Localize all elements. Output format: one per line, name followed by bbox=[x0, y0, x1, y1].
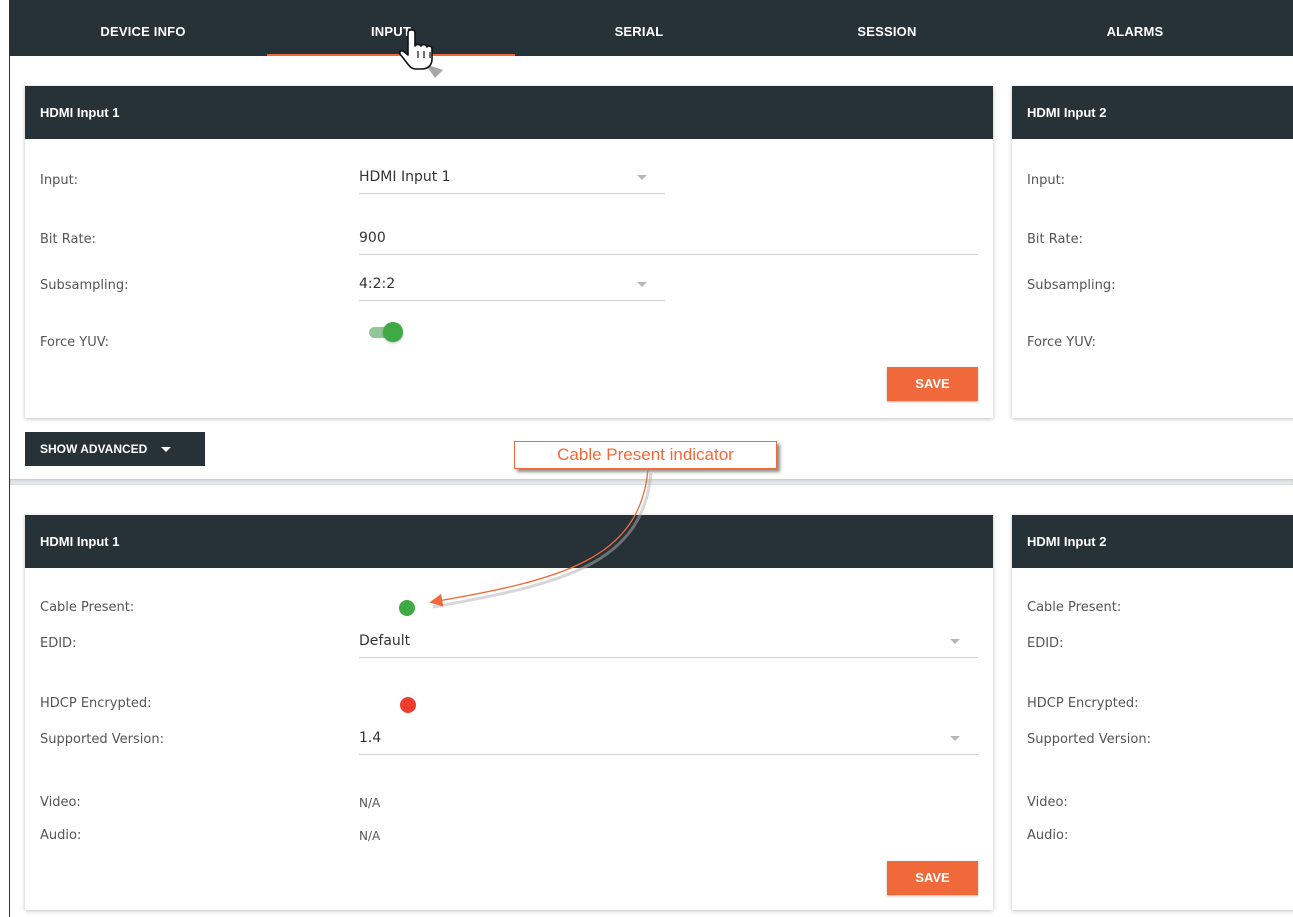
hdmi-input-2-card: HDMI Input 2 Input: Bit Rate: Subsamplin… bbox=[1012, 86, 1293, 418]
hdcp-label: HDCP Encrypted: bbox=[40, 696, 152, 711]
hdmi-input-1-advanced-card: HDMI Input 1 Cable Present: EDID: Defaul… bbox=[25, 515, 993, 910]
chevron-down-icon bbox=[950, 736, 960, 741]
forceyuv-toggle[interactable] bbox=[367, 322, 403, 342]
hdmi-input-2-advanced-card: HDMI Input 2 Cable Present: EDID: HDCP E… bbox=[1012, 515, 1293, 910]
bitrate-value: 900 bbox=[359, 230, 386, 246]
video-label: Video: bbox=[1027, 795, 1068, 810]
chevron-down-icon bbox=[637, 175, 647, 180]
save-button[interactable]: SAVE bbox=[887, 367, 978, 401]
subsampling-label: Subsampling: bbox=[1027, 278, 1116, 293]
tab-serial[interactable]: SERIAL bbox=[515, 0, 763, 56]
edid-value: Default bbox=[359, 633, 411, 649]
chevron-down-icon bbox=[637, 282, 647, 287]
chevron-down-icon bbox=[160, 447, 171, 453]
edid-select[interactable]: Default bbox=[359, 630, 978, 658]
top-nav: DEVICE INFO INPUT SERIAL SESSION ALARMS bbox=[9, 0, 1293, 56]
cable-present-callout: Cable Present indicator bbox=[514, 441, 777, 469]
edid-label: EDID: bbox=[40, 636, 77, 651]
supported-version-label: Supported Version: bbox=[40, 732, 164, 747]
bitrate-input[interactable]: 900 bbox=[359, 227, 978, 255]
card-title: HDMI Input 2 bbox=[1012, 515, 1293, 568]
toggle-knob bbox=[383, 322, 403, 342]
show-advanced-button[interactable]: SHOW ADVANCED bbox=[25, 432, 205, 466]
hand-pointer-icon bbox=[398, 29, 443, 78]
card-title: HDMI Input 2 bbox=[1012, 86, 1293, 139]
tab-session[interactable]: SESSION bbox=[763, 0, 1011, 56]
save-button[interactable]: SAVE bbox=[887, 861, 978, 895]
input-select[interactable]: HDMI Input 1 bbox=[359, 166, 665, 194]
edid-label: EDID: bbox=[1027, 636, 1064, 651]
audio-label: Audio: bbox=[40, 828, 82, 843]
audio-value: N/A bbox=[359, 829, 381, 843]
show-advanced-label: SHOW ADVANCED bbox=[40, 442, 148, 456]
supported-version-value: 1.4 bbox=[359, 730, 382, 746]
cable-present-label: Cable Present: bbox=[40, 600, 135, 615]
subsampling-value: 4:2:2 bbox=[359, 276, 396, 292]
subsampling-label: Subsampling: bbox=[40, 278, 129, 293]
cable-present-label: Cable Present: bbox=[1027, 600, 1122, 615]
input-label: Input: bbox=[40, 173, 79, 188]
cable-present-indicator bbox=[399, 600, 415, 616]
forceyuv-label: Force YUV: bbox=[1027, 335, 1096, 350]
card-title: HDMI Input 1 bbox=[25, 86, 993, 139]
hdcp-encrypted-indicator bbox=[400, 697, 416, 713]
tab-input[interactable]: INPUT bbox=[267, 0, 515, 56]
input-select-value: HDMI Input 1 bbox=[359, 169, 451, 185]
tab-alarms[interactable]: ALARMS bbox=[1011, 0, 1259, 56]
supported-version-select[interactable]: 1.4 bbox=[359, 727, 978, 755]
video-label: Video: bbox=[40, 795, 81, 810]
forceyuv-label: Force YUV: bbox=[40, 335, 109, 350]
video-value: N/A bbox=[359, 796, 381, 810]
page-border bbox=[9, 56, 10, 917]
bitrate-label: Bit Rate: bbox=[40, 232, 96, 247]
hdcp-label: HDCP Encrypted: bbox=[1027, 696, 1139, 711]
audio-label: Audio: bbox=[1027, 828, 1069, 843]
hdmi-input-1-card: HDMI Input 1 Input: HDMI Input 1 Bit Rat… bbox=[25, 86, 993, 418]
subsampling-select[interactable]: 4:2:2 bbox=[359, 273, 665, 301]
input-label: Input: bbox=[1027, 173, 1066, 188]
tab-device-info[interactable]: DEVICE INFO bbox=[19, 0, 267, 56]
chevron-down-icon bbox=[950, 639, 960, 644]
bitrate-label: Bit Rate: bbox=[1027, 232, 1083, 247]
section-divider bbox=[10, 479, 1293, 485]
card-title: HDMI Input 1 bbox=[25, 515, 993, 568]
supported-version-label: Supported Version: bbox=[1027, 732, 1151, 747]
